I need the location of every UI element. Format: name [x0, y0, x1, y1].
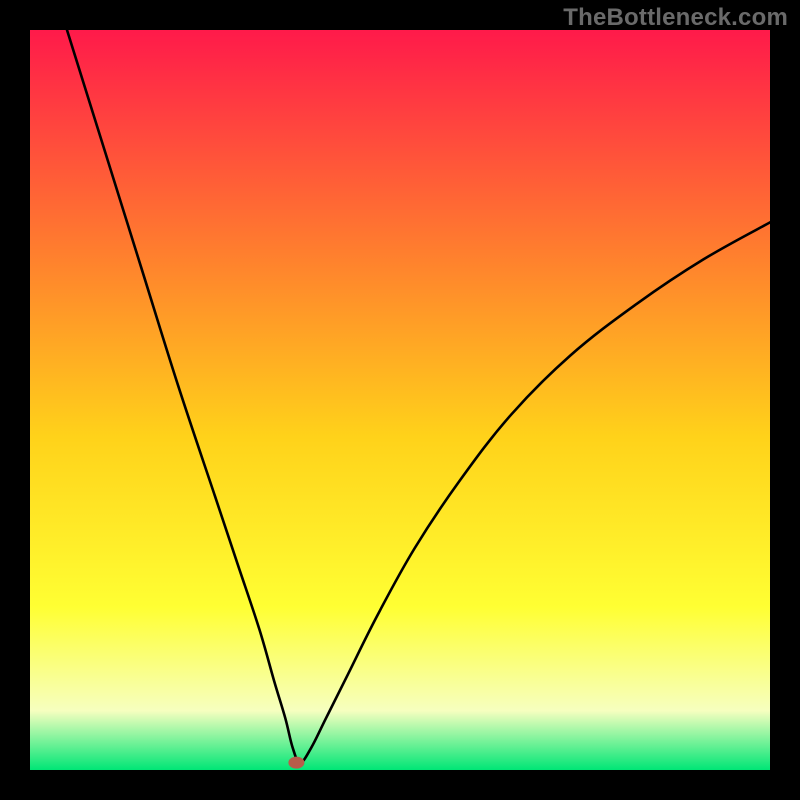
gradient-background	[30, 30, 770, 770]
chart-svg	[30, 30, 770, 770]
watermark-text: TheBottleneck.com	[563, 4, 788, 32]
minimum-marker	[288, 757, 304, 769]
chart-frame: TheBottleneck.com	[0, 0, 800, 800]
plot-area	[30, 30, 770, 770]
